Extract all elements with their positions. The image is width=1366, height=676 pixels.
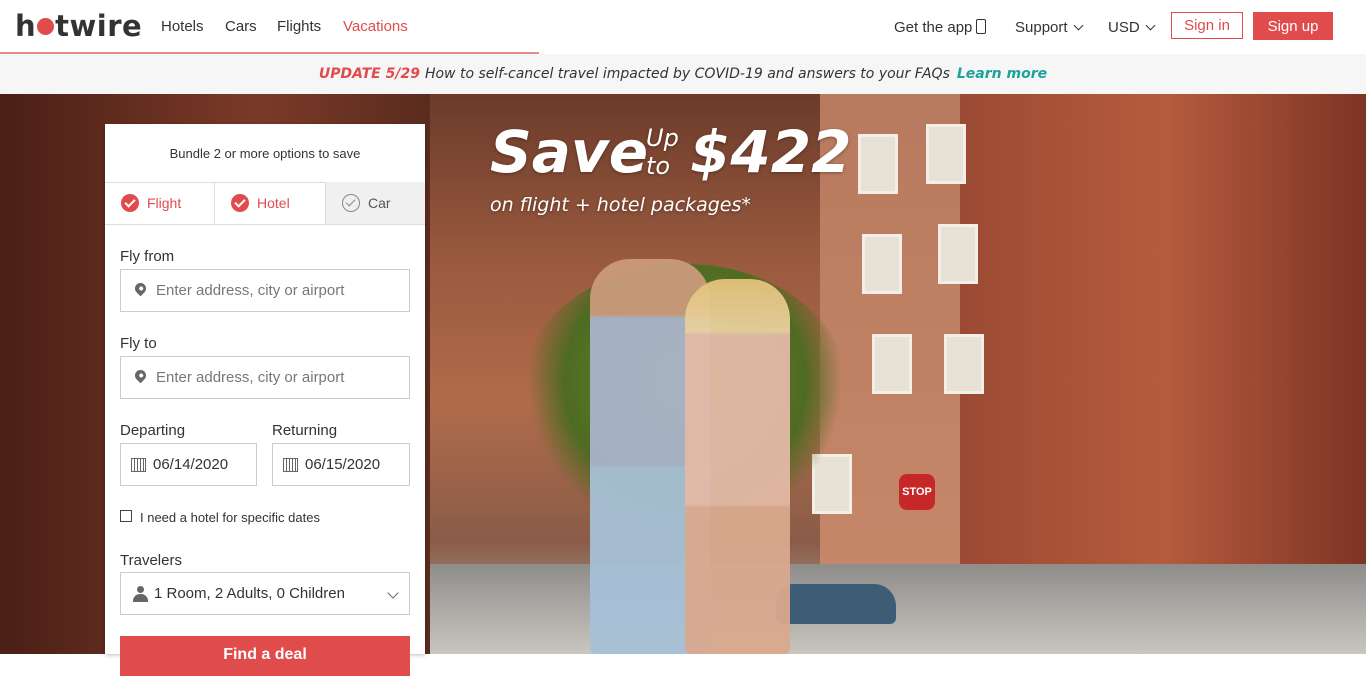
checkmark-icon xyxy=(121,194,139,212)
logo-dot-icon xyxy=(37,17,55,35)
currency-menu[interactable]: USD xyxy=(1108,19,1156,36)
calendar-icon xyxy=(283,457,298,472)
checkmark-icon xyxy=(231,194,249,212)
stop-sign: STOP xyxy=(899,474,935,510)
currency-label: USD xyxy=(1108,19,1140,36)
get-app-label: Get the app xyxy=(894,19,973,36)
hero-person-woman xyxy=(685,279,790,654)
chevron-down-icon xyxy=(1073,20,1083,31)
banner-update-tag: UPDATE 5/29 xyxy=(318,66,420,82)
nav-hotels[interactable]: Hotels xyxy=(161,18,204,35)
support-menu[interactable]: Support xyxy=(1015,19,1083,36)
promo-amount: $422 xyxy=(690,118,852,186)
hotwire-logo[interactable]: h twire xyxy=(15,9,142,43)
fly-to-input[interactable] xyxy=(156,369,396,386)
logo-text-post: twire xyxy=(55,9,143,43)
tab-hotel[interactable]: Hotel xyxy=(215,182,326,224)
support-label: Support xyxy=(1015,19,1068,36)
promo-subline: on flight + hotel packages* xyxy=(490,194,751,216)
person-icon xyxy=(133,585,148,602)
bundle-tabs: Flight Hotel Car xyxy=(105,182,425,225)
travelers-label: Travelers xyxy=(120,552,182,569)
nav-cars[interactable]: Cars xyxy=(225,18,257,35)
covid-update-banner: UPDATE 5/29 How to self-cancel travel im… xyxy=(0,54,1366,94)
hotel-dates-checkbox[interactable] xyxy=(120,510,132,522)
hero-window xyxy=(862,234,902,294)
hero-car xyxy=(776,584,896,624)
location-pin-icon xyxy=(132,280,149,297)
location-pin-icon xyxy=(132,367,149,384)
sign-up-button[interactable]: Sign up xyxy=(1253,12,1333,40)
checkmark-outline-icon xyxy=(342,194,360,212)
fly-from-label: Fly from xyxy=(120,248,175,265)
vacation-search-form: Bundle 2 or more options to save Flight … xyxy=(105,124,425,676)
tab-hotel-label: Hotel xyxy=(257,195,290,211)
travelers-select[interactable]: 1 Room, 2 Adults, 0 Children xyxy=(120,572,410,615)
nav-vacations[interactable]: Vacations xyxy=(343,18,408,35)
departing-date-value: 06/14/2020 xyxy=(153,456,229,473)
fly-from-field[interactable] xyxy=(120,269,410,312)
promo-to: to xyxy=(646,152,671,180)
fly-from-input[interactable] xyxy=(156,282,396,299)
logo-text-pre: h xyxy=(15,9,37,43)
departing-label: Departing xyxy=(120,422,186,439)
sign-in-button[interactable]: Sign in xyxy=(1171,12,1243,39)
bundle-heading: Bundle 2 or more options to save xyxy=(105,124,425,183)
returning-date-value: 06/15/2020 xyxy=(305,456,381,473)
learn-more-link[interactable]: Learn more xyxy=(957,66,1047,82)
returning-date-field[interactable]: 06/15/2020 xyxy=(272,443,410,486)
promo-save: Save xyxy=(490,118,649,186)
get-app-link[interactable]: Get the app xyxy=(894,19,987,36)
promo-up: Up xyxy=(646,124,679,152)
returning-label: Returning xyxy=(272,422,338,439)
tab-car-label: Car xyxy=(368,195,391,211)
hero-window xyxy=(944,334,984,394)
chevron-down-icon xyxy=(1145,20,1156,31)
chevron-down-icon xyxy=(387,587,399,599)
departing-date-field[interactable]: 06/14/2020 xyxy=(120,443,257,486)
hero-window xyxy=(926,124,966,184)
calendar-icon xyxy=(131,457,146,472)
find-deal-button[interactable]: Find a deal xyxy=(120,636,410,676)
hero-window xyxy=(872,334,912,394)
fly-to-label: Fly to xyxy=(120,335,157,352)
hotel-dates-label[interactable]: I need a hotel for specific dates xyxy=(140,510,320,525)
hero-street xyxy=(430,564,1366,654)
tab-flight[interactable]: Flight xyxy=(105,182,215,224)
hero-window xyxy=(938,224,978,284)
promo-up-to: Up to xyxy=(646,124,679,180)
nav-flights[interactable]: Flights xyxy=(277,18,321,35)
hero-window xyxy=(858,134,898,194)
tab-flight-label: Flight xyxy=(147,195,182,211)
travelers-value: 1 Room, 2 Adults, 0 Children xyxy=(154,585,345,602)
phone-icon xyxy=(976,19,987,34)
banner-text: How to self-cancel travel impacted by CO… xyxy=(424,66,950,82)
fly-to-field[interactable] xyxy=(120,356,410,399)
top-header: h twire Hotels Cars Flights Vacations Get… xyxy=(0,0,1366,55)
tab-car[interactable]: Car xyxy=(326,182,425,224)
